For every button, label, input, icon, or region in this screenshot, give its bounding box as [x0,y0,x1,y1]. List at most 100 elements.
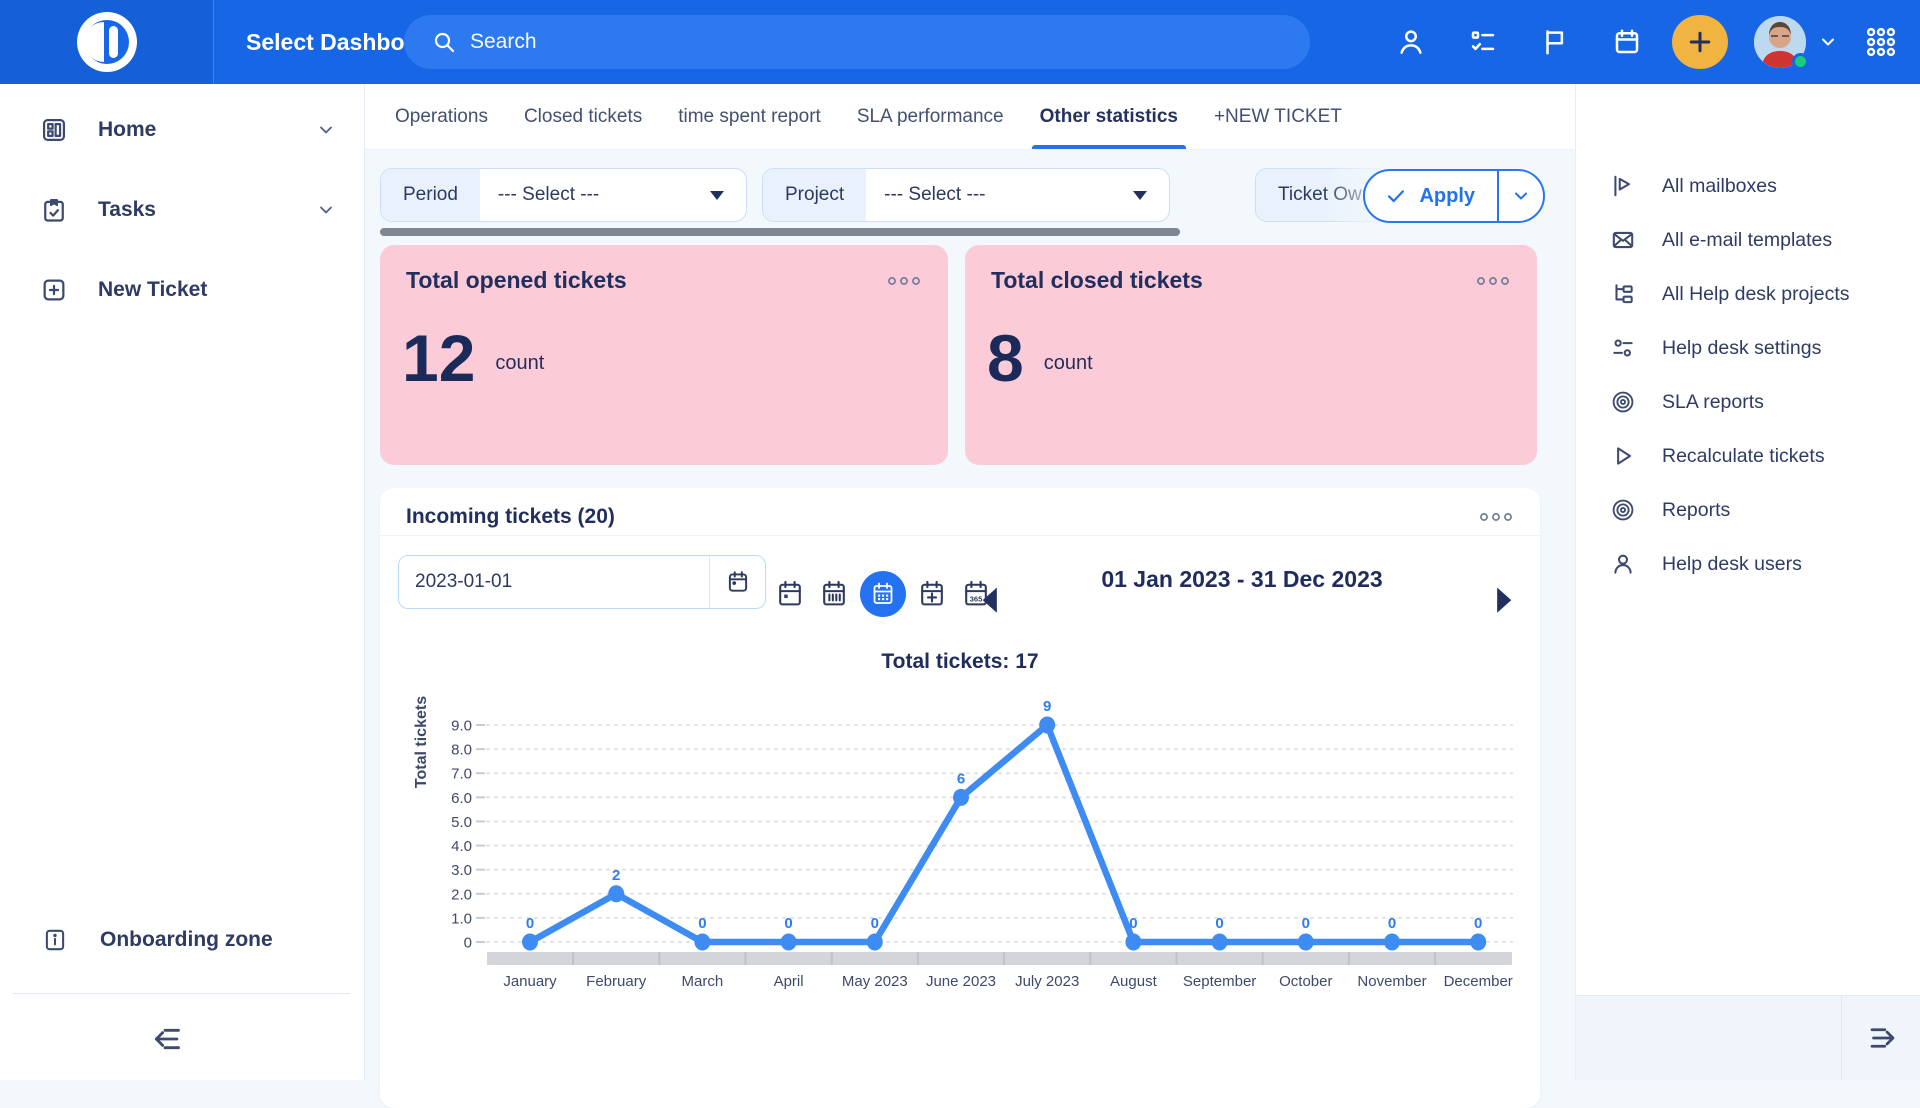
date-picker-button[interactable] [709,556,765,608]
footer-cell [1841,996,1920,1080]
sidebar-item-onboarding-zone[interactable]: Onboarding zone [0,912,364,968]
period-select[interactable]: --- Select --- [480,169,746,221]
sidebar-item-home[interactable]: Home [0,90,364,170]
right-item-help-desk-users[interactable]: Help desk users [1576,537,1920,591]
right-item-help-desk-settings[interactable]: Help desk settings [1576,321,1920,375]
user-avatar[interactable] [1754,16,1806,68]
svg-text:0: 0 [526,915,534,932]
apply-options-button[interactable] [1497,171,1543,221]
tab-operations[interactable]: Operations [395,84,488,149]
prev-period-arrow[interactable] [978,586,1000,612]
tab-new-ticket[interactable]: +NEW TICKET [1214,84,1342,149]
svg-text:June 2023: June 2023 [926,973,996,990]
app-logo[interactable] [0,0,214,84]
svg-text:9: 9 [1043,698,1051,715]
target-icon [1610,389,1636,415]
right-item-all-mailboxes[interactable]: All mailboxes [1576,159,1920,213]
apply-button[interactable]: Apply [1365,171,1497,221]
right-item-label: Reports [1662,499,1730,522]
right-item-label: Help desk settings [1662,337,1821,360]
tasks-icon [40,196,68,224]
online-status-dot [1792,53,1809,70]
right-item-label: All mailboxes [1662,175,1777,198]
date-input[interactable] [399,556,709,608]
card-menu-icon[interactable] [1475,274,1511,288]
right-item-recalculate-tickets[interactable]: Recalculate tickets [1576,429,1920,483]
left-sidebar: Home Tasks New Ticket Onboarding zone [0,84,365,1080]
card-unit: count [495,352,544,375]
svg-text:January: January [503,973,557,990]
right-item-all-help-desk-projects[interactable]: All Help desk projects [1576,267,1920,321]
svg-text:August: August [1110,973,1158,990]
right-item-reports[interactable]: Reports [1576,483,1920,537]
chevron-down-icon[interactable] [1818,32,1838,52]
svg-text:November: November [1357,973,1426,990]
right-nav: All mailboxes All e-mail templates All H… [1576,84,1920,591]
svg-text:July 2023: July 2023 [1015,973,1079,990]
top-bar: Select Dashboard Search [0,0,1920,84]
filters-scrollbar[interactable] [380,228,1180,236]
svg-text:December: December [1444,973,1513,990]
svg-text:0: 0 [1388,915,1396,932]
tab-label: time spent report [678,106,821,128]
tab-other-statistics[interactable]: Other statistics [1040,84,1178,149]
calendar-icon[interactable] [1612,27,1642,57]
svg-text:9.0: 9.0 [451,718,472,735]
expand-sidebar-icon[interactable] [1863,1020,1899,1056]
add-new-button[interactable] [1672,15,1728,69]
card-title: Total closed tickets [991,267,1203,294]
svg-text:3.0: 3.0 [451,862,472,879]
svg-text:February: February [586,973,647,990]
tab-closed-tickets[interactable]: Closed tickets [524,84,642,149]
right-item-label: All Help desk projects [1662,283,1850,306]
play-icon [1610,443,1636,469]
home-dashboard-icon [40,116,68,144]
right-item-label: All e-mail templates [1662,229,1832,252]
date-input-group [398,555,766,609]
cal-quarter-view-button[interactable] [914,572,950,616]
flag-icon[interactable] [1540,27,1570,57]
cal-month-view-button[interactable] [860,571,906,617]
apps-grid-icon[interactable] [1864,25,1898,59]
right-footer [1576,995,1920,1080]
search-icon [432,30,456,54]
next-period-arrow[interactable] [1494,586,1516,612]
card-title: Total opened tickets [406,267,627,294]
check-icon [1385,185,1407,207]
sidebar-item-label: Home [98,118,156,142]
cal-day-view-button[interactable] [772,572,808,616]
right-item-sla-reports[interactable]: SLA reports [1576,375,1920,429]
svg-text:0: 0 [1215,915,1223,932]
card-value: 8 [987,325,1024,391]
card-menu-icon[interactable] [886,274,922,288]
panel-menu-icon[interactable] [1478,510,1514,524]
right-item-all-e-mail-templates[interactable]: All e-mail templates [1576,213,1920,267]
svg-text:April: April [774,973,804,990]
right-item-label: Recalculate tickets [1662,445,1825,468]
sidebar-item-new-ticket[interactable]: New Ticket [0,250,364,330]
project-select[interactable]: --- Select --- [866,169,1169,221]
main-area: Operations Closed tickets time spent repor… [365,84,1575,1080]
search-input[interactable]: Search [404,15,1310,69]
tab-label: Other statistics [1040,106,1178,128]
svg-text:0: 0 [1302,915,1310,932]
svg-text:0: 0 [784,915,792,932]
checklist-icon[interactable] [1468,27,1498,57]
svg-text:4.0: 4.0 [451,838,472,855]
plus-icon [1686,28,1714,56]
sidebar-item-tasks[interactable]: Tasks [0,170,364,250]
person-icon[interactable] [1396,27,1426,57]
cal-week-view-button[interactable] [816,572,852,616]
tab-label: Operations [395,106,488,128]
tab-time-spent-report[interactable]: time spent report [678,84,821,149]
tab-sla-performance[interactable]: SLA performance [857,84,1004,149]
card-unit: count [1044,352,1093,375]
sidebar-item-label: Tasks [98,198,156,222]
view-mode-switcher: 365 [772,571,994,617]
collapse-sidebar-icon[interactable] [150,1020,188,1058]
svg-text:6: 6 [957,770,965,787]
svg-text:6.0: 6.0 [451,790,472,807]
hierarchy-icon [1610,281,1636,307]
chevron-down-icon [316,200,336,220]
incoming-tickets-chart: Total tickets9.08.07.06.05.04.03.02.01.0… [380,688,1540,1003]
